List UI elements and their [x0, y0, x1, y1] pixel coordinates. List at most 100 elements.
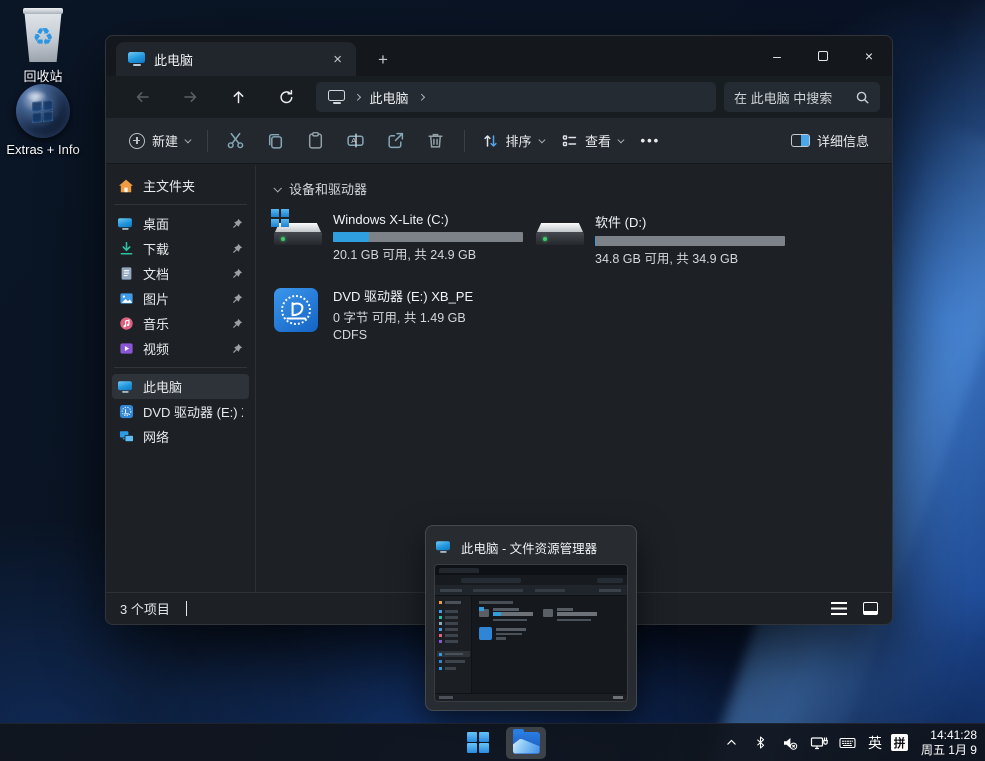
monitor-icon — [128, 52, 145, 66]
network-tray-button[interactable] — [808, 728, 830, 758]
desktop-icon-extras-info[interactable]: Extras + Info — [0, 84, 86, 157]
extras-info-icon — [16, 84, 70, 138]
desktop-icon-label: 回收站 — [0, 66, 86, 85]
dvd-drive-icon — [274, 288, 318, 332]
tab-this-pc[interactable]: 此电脑 × — [116, 42, 356, 76]
minimize-button[interactable]: – — [754, 36, 800, 76]
preview-thumbnail[interactable] — [434, 564, 628, 702]
sort-button[interactable]: 排序 — [473, 124, 553, 158]
sidebar-item-label: DVD 驱动器 (E:) XB — [143, 402, 243, 421]
taskbar-file-explorer-button[interactable] — [506, 727, 546, 759]
start-button[interactable] — [458, 727, 498, 759]
details-pane-icon — [791, 134, 810, 147]
close-button[interactable]: × — [846, 36, 892, 76]
drive-capacity-text: 34.8 GB 可用, 共 34.9 GB — [595, 251, 798, 268]
pin-icon — [231, 268, 243, 280]
more-dots-icon: ••• — [641, 133, 661, 148]
maximize-button[interactable] — [800, 36, 846, 76]
sidebar-item-documents[interactable]: 文档 — [112, 261, 249, 286]
desktop-folder-icon — [118, 216, 134, 232]
delete-button[interactable] — [416, 124, 456, 158]
desktop-icon-recycle-bin[interactable]: ♻ 回收站 — [0, 8, 86, 85]
network-display-icon — [810, 735, 828, 751]
items-count: 3 个项目 — [120, 599, 170, 618]
chevron-down-icon — [538, 137, 544, 143]
sidebar-item-label: 主文件夹 — [143, 176, 243, 195]
clock[interactable]: 14:41:28 周五 1月 9 — [915, 728, 977, 757]
refresh-button[interactable] — [262, 79, 310, 115]
new-tab-button[interactable]: + — [370, 50, 396, 76]
search-box[interactable]: 在 此电脑 中搜索 — [724, 82, 880, 112]
tab-close-icon[interactable]: × — [329, 51, 346, 68]
sort-label: 排序 — [506, 131, 532, 150]
file-explorer-icon — [513, 732, 540, 754]
system-drive-icon — [274, 218, 322, 250]
volume-muted-tray-button[interactable] — [779, 728, 801, 758]
chevron-down-icon — [618, 137, 624, 143]
speaker-muted-icon — [782, 735, 798, 751]
bluetooth-icon — [754, 735, 767, 750]
copy-button[interactable] — [256, 124, 296, 158]
taskbar-preview-popup[interactable]: 此电脑 - 文件资源管理器 — [425, 525, 637, 711]
sidebar-item-this-pc[interactable]: 此电脑 — [112, 374, 249, 399]
rename-button[interactable]: A — [336, 124, 376, 158]
pin-icon — [231, 218, 243, 230]
sidebar-item-videos[interactable]: 视频 — [112, 336, 249, 361]
tray-overflow-chevron[interactable] — [721, 728, 743, 758]
bluetooth-tray-button[interactable] — [750, 728, 772, 758]
sidebar-item-home[interactable]: 主文件夹 — [112, 173, 249, 198]
sidebar-item-downloads[interactable]: 下载 — [112, 236, 249, 261]
touch-keyboard-tray-button[interactable] — [837, 728, 859, 758]
details-pane-button[interactable]: 详细信息 — [782, 124, 878, 158]
drive-name: Windows X-Lite (C:) — [333, 212, 536, 227]
section-devices-and-drives[interactable]: 设备和驱动器 — [274, 179, 892, 198]
sidebar-item-music[interactable]: 音乐 — [112, 311, 249, 336]
back-button[interactable] — [118, 79, 166, 115]
view-button[interactable]: 查看 — [552, 124, 632, 158]
ime-mode-badge[interactable]: 拼 — [891, 734, 908, 751]
pin-icon — [231, 243, 243, 255]
sort-icon — [482, 133, 499, 149]
pictures-icon — [118, 291, 134, 307]
drive-name: DVD 驱动器 (E:) XB_PE — [333, 286, 536, 305]
paste-button[interactable] — [296, 124, 336, 158]
sidebar-item-pictures[interactable]: 图片 — [112, 286, 249, 311]
downloads-icon — [118, 241, 134, 257]
list-view-toggle[interactable] — [831, 602, 847, 615]
ime-language-indicator[interactable]: 英 — [866, 733, 884, 753]
drive-capacity-text: 0 字节 可用, 共 1.49 GB — [333, 310, 536, 327]
drive-item-c[interactable]: Windows X-Lite (C:) 20.1 GB 可用, 共 24.9 G… — [274, 212, 536, 268]
sidebar-item-desktop[interactable]: 桌面 — [112, 211, 249, 236]
new-button[interactable]: 新建 — [120, 124, 199, 158]
sidebar-item-network[interactable]: 网络 — [112, 424, 249, 449]
cut-button[interactable] — [216, 124, 256, 158]
documents-icon — [118, 266, 134, 282]
sidebar-item-label: 网络 — [143, 427, 243, 446]
sidebar-item-dvd-drive[interactable]: DVD 驱动器 (E:) XB — [112, 399, 249, 424]
drive-item-d[interactable]: 软件 (D:) 34.8 GB 可用, 共 34.9 GB — [536, 212, 798, 268]
taskbar: 英 拼 14:41:28 周五 1月 9 — [0, 723, 985, 761]
navigation-pane: 主文件夹 桌面 下载 文档 — [106, 165, 256, 592]
share-button[interactable] — [376, 124, 416, 158]
sidebar-item-label: 此电脑 — [143, 377, 243, 396]
refresh-icon — [278, 89, 295, 105]
view-icon — [561, 133, 578, 149]
capacity-bar — [595, 236, 785, 246]
forward-button[interactable] — [166, 79, 214, 115]
share-icon — [386, 131, 405, 150]
maximize-icon — [818, 51, 828, 61]
breadcrumb-this-pc[interactable]: 此电脑 — [370, 88, 409, 107]
address-bar[interactable]: 此电脑 — [316, 82, 716, 112]
up-button[interactable] — [214, 79, 262, 115]
more-options-button[interactable]: ••• — [632, 124, 670, 158]
capacity-bar — [333, 232, 523, 242]
home-icon — [118, 178, 134, 194]
capacity-bar-fill — [333, 232, 369, 242]
toolbar-separator — [464, 130, 465, 152]
large-icons-view-toggle[interactable] — [863, 602, 878, 615]
command-toolbar: 新建 A 排序 查看 — [106, 118, 892, 164]
drive-item-dvd[interactable]: DVD 驱动器 (E:) XB_PE 0 字节 可用, 共 1.49 GB CD… — [274, 286, 536, 344]
chevron-up-icon — [725, 736, 738, 749]
sidebar-item-label: 图片 — [143, 289, 222, 308]
keyboard-icon — [839, 736, 856, 750]
